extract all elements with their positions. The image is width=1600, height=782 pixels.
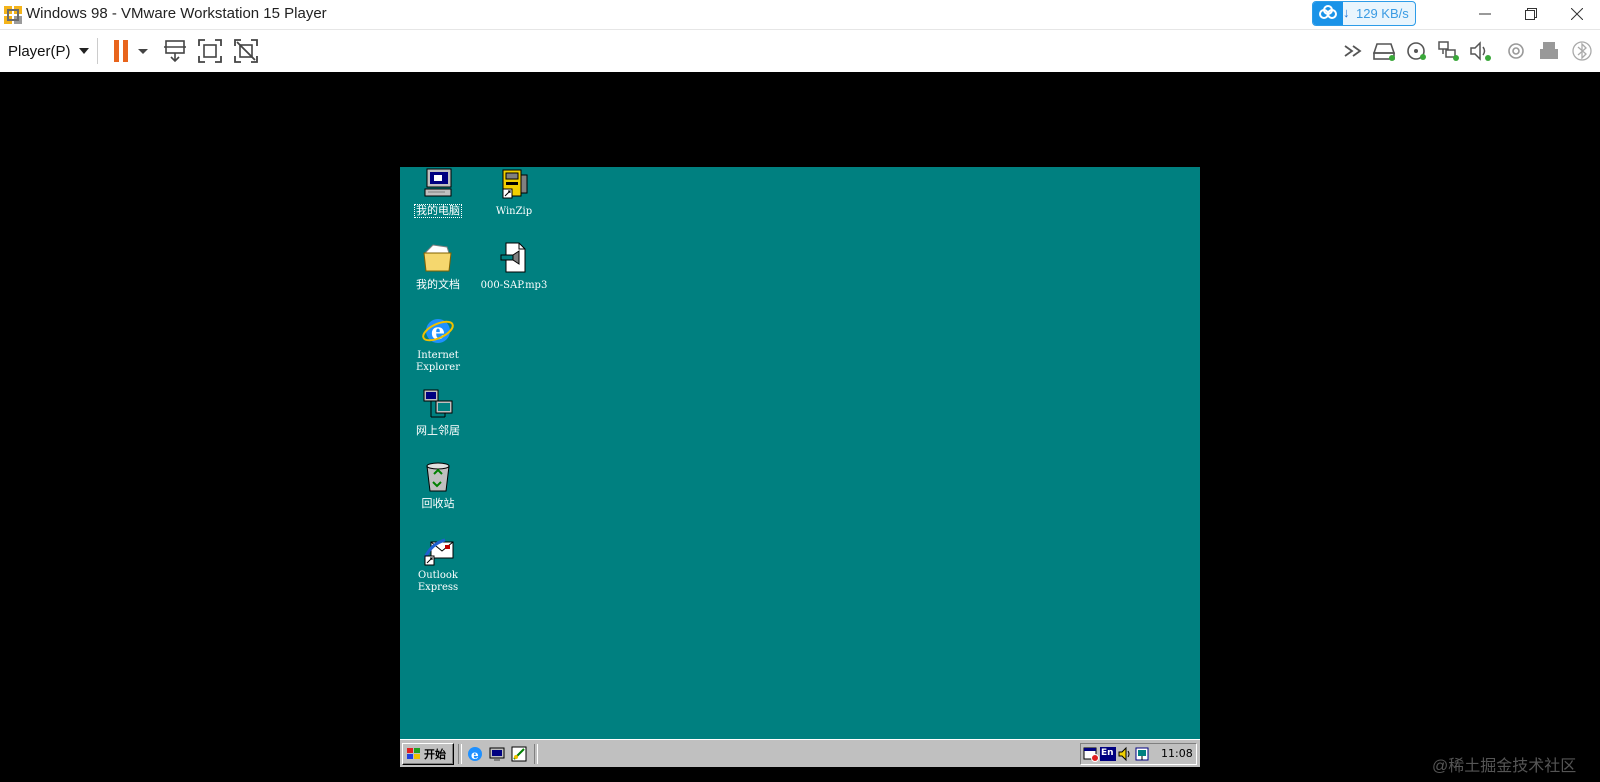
vm-desktop[interactable]: 我的电脑 WinZip 我的文档 000-SAP.mp3 e Internet … — [400, 167, 1200, 767]
channels-icon — [511, 746, 527, 762]
desktop-icon-label: Outlook Express — [417, 570, 459, 593]
bluetooth-button[interactable] — [1570, 40, 1594, 62]
desktop-icon-label: Internet Explorer — [415, 350, 461, 373]
send-ctrl-alt-del-icon — [164, 40, 186, 63]
input-language-indicator[interactable]: En — [1100, 746, 1116, 762]
vmware-toolbar: Player(P) — [0, 30, 1600, 72]
desktop-icon-recycle-bin[interactable]: 回收站 — [400, 460, 476, 512]
desktop-icon-label: WinZip — [495, 206, 533, 217]
taskbar-clock[interactable]: 11:08 — [1161, 747, 1193, 760]
vmware-logo-icon — [4, 6, 22, 24]
close-button[interactable] — [1554, 0, 1600, 29]
full-screen-button[interactable] — [196, 37, 224, 65]
quick-launch-show-desktop[interactable] — [488, 745, 506, 763]
desktop-icon-network-neighborhood[interactable]: 网上邻居 — [400, 387, 476, 439]
quick-launch-divider — [534, 744, 538, 764]
desktop-icon-my-documents[interactable]: 我的文档 — [400, 241, 476, 293]
full-screen-icon — [198, 39, 222, 63]
winzip-icon — [497, 167, 531, 201]
network-adapter-button[interactable] — [1437, 40, 1461, 62]
close-icon — [1571, 8, 1583, 20]
desktop-icon-outlook-express[interactable]: Outlook Express — [400, 534, 476, 595]
sound-card-button[interactable] — [1469, 40, 1493, 62]
more-devices-icon — [1344, 45, 1362, 57]
watermark: @稀土掘金技术社区 — [1432, 758, 1577, 775]
desktop-icon-internet-explorer[interactable]: e Internet Explorer — [400, 314, 476, 375]
outlook-express-icon — [421, 534, 455, 568]
usb-controller-button[interactable] — [1505, 40, 1529, 62]
minimize-button[interactable] — [1462, 0, 1508, 29]
toolbar-separator — [97, 38, 98, 64]
recycle-bin-icon — [421, 460, 455, 494]
more-devices-button[interactable] — [1342, 40, 1366, 62]
network-speed-widget[interactable]: ↓ 129 KB/s — [1312, 1, 1416, 26]
download-arrow-icon: ↓ — [1343, 5, 1350, 20]
minimize-icon — [1479, 13, 1491, 15]
cloud-sync-icon — [1313, 2, 1343, 25]
pause-icon — [114, 40, 128, 62]
send-ctrl-alt-del-button[interactable] — [162, 37, 190, 65]
system-tray: En 11:08 — [1080, 743, 1197, 765]
network-icon — [421, 387, 455, 421]
desktop-icon-label: 网上邻居 — [416, 424, 460, 437]
power-options-dropdown[interactable] — [136, 37, 150, 65]
player-menu[interactable]: Player(P) — [8, 39, 89, 63]
computer-icon — [421, 167, 455, 201]
cd-dvd-icon — [1407, 42, 1426, 60]
show-desktop-icon — [489, 747, 505, 761]
taskbar: 开始 e En 11:08 — [400, 739, 1200, 767]
player-menu-label: Player(P) — [8, 42, 71, 60]
window-title: Windows 98 - VMware Workstation 15 Playe… — [26, 5, 327, 22]
network-adapter-icon — [1438, 41, 1459, 61]
chevron-down-icon — [78, 48, 89, 54]
network-status-icon[interactable] — [1134, 746, 1150, 762]
start-button[interactable]: 开始 — [402, 743, 454, 765]
start-label: 开始 — [424, 748, 446, 761]
volume-icon[interactable] — [1117, 746, 1133, 762]
svg-text:e: e — [471, 748, 479, 762]
hard-disk-button[interactable] — [1372, 40, 1397, 62]
scheduler-icon[interactable] — [1083, 746, 1099, 762]
desktop-icon-label: 回收站 — [421, 497, 455, 510]
network-speed-value: 129 KB/s — [1356, 6, 1409, 21]
printer-icon — [1540, 42, 1558, 59]
desktop-icon-label: 000-SAP.mp3 — [480, 280, 548, 291]
quick-launch-ie[interactable]: e — [466, 745, 484, 763]
desktop-icon-label: 我的文档 — [416, 278, 460, 291]
restore-button[interactable] — [1508, 0, 1554, 29]
hard-disk-icon — [1372, 43, 1396, 61]
quick-launch-channels[interactable] — [510, 745, 528, 763]
unity-button[interactable] — [232, 37, 260, 65]
dropdown-arrow-icon — [138, 49, 148, 54]
desktop-icon-my-computer[interactable]: 我的电脑 — [400, 167, 476, 219]
cd-dvd-button[interactable] — [1405, 40, 1429, 62]
ie-icon: e — [468, 747, 482, 762]
usb-controller-icon — [1508, 43, 1524, 59]
audio-file-icon — [497, 241, 531, 275]
input-language-label: En — [1101, 748, 1114, 758]
sound-card-icon — [1470, 41, 1491, 61]
windows-logo-icon — [407, 748, 420, 759]
ie-icon: e — [421, 314, 455, 348]
restore-icon — [1525, 8, 1537, 20]
quick-launch-divider — [458, 744, 462, 764]
desktop-icon-mp3-file[interactable]: 000-SAP.mp3 — [476, 241, 552, 293]
printer-button[interactable] — [1537, 40, 1561, 62]
bluetooth-icon — [1572, 41, 1592, 61]
desktop-icon-winzip[interactable]: WinZip — [476, 167, 552, 219]
desktop-icon-label: 我的电脑 — [414, 204, 462, 218]
unity-icon — [234, 39, 258, 63]
title-bar: Windows 98 - VMware Workstation 15 Playe… — [0, 0, 1600, 30]
folder-icon — [421, 241, 455, 275]
pause-button[interactable] — [108, 37, 136, 65]
